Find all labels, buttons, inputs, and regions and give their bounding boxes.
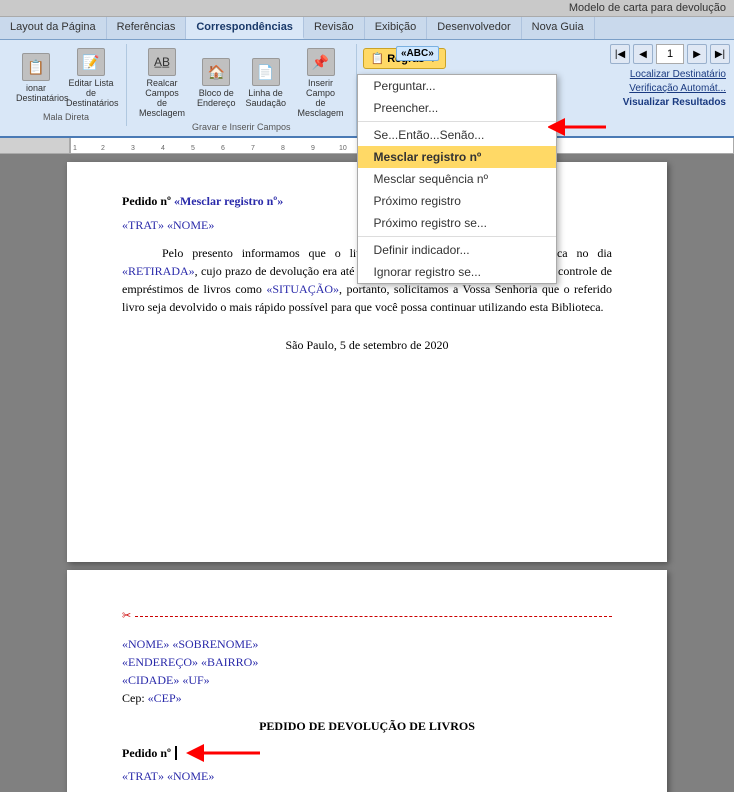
nav-next-btn[interactable]: ▶ xyxy=(687,44,707,64)
abc-badge: «ABC» xyxy=(396,46,439,61)
dropdown-item-proximo[interactable]: Próximo registro xyxy=(358,190,556,212)
svg-text:1: 1 xyxy=(73,145,77,152)
btn-inserir-campo[interactable]: 📌 Inserir Campode Mesclagem xyxy=(292,46,350,120)
dropdown-item-se-entao[interactable]: Se...Então...Senão... xyxy=(358,124,556,146)
page-2: ✂ «NOME» «SOBRENOME» «ENDEREÇO» «BAIRRO»… xyxy=(67,570,667,792)
ribbon-group-mala-direta: 📋 ionarDestinatários 📝 Editar Lista deDe… xyxy=(6,44,127,126)
scissors-char: ✂ xyxy=(122,608,131,625)
merge-heading: «Mesclar registro nº» xyxy=(174,194,283,208)
title-text: Modelo de carta para devolução xyxy=(569,2,726,14)
abc-nav-area: «ABC» xyxy=(396,46,439,61)
btn-realcar-campos[interactable]: A̲B̲ Realcar Camposde Mesclagem xyxy=(133,46,191,120)
nav-first-btn[interactable]: |◀ xyxy=(610,44,630,64)
page1-date: São Paulo, 5 de setembro de 2020 xyxy=(122,336,612,354)
dropdown-item-mesclar-reg[interactable]: Mesclar registro nº xyxy=(358,146,556,168)
saudacao-icon: 📄 xyxy=(252,58,280,86)
bloco-icon: 🏠 xyxy=(202,58,230,86)
regras-icon: 📋 xyxy=(371,52,385,65)
btn-bloco-endereco[interactable]: 🏠 Bloco deEndereço xyxy=(193,56,240,110)
btn-verificacao[interactable]: Verificação Automát... xyxy=(625,82,730,95)
tab-referencias[interactable]: Referências xyxy=(107,17,187,39)
dashed-rule xyxy=(135,616,612,617)
svg-text:7: 7 xyxy=(251,145,255,152)
svg-text:5: 5 xyxy=(191,145,195,152)
ribbon: Layout da Página Referências Correspondê… xyxy=(0,17,734,138)
svg-text:8: 8 xyxy=(281,145,285,152)
svg-text:6: 6 xyxy=(221,145,225,152)
svg-text:9: 9 xyxy=(311,145,315,152)
arrow-svg-1 xyxy=(548,118,608,136)
dropdown-item-mesclar-seq[interactable]: Mesclar sequência nº xyxy=(358,168,556,190)
nav-last-btn[interactable]: ▶| xyxy=(710,44,730,64)
dropdown-item-preencher[interactable]: Preencher... xyxy=(358,97,556,119)
arrow-svg-2 xyxy=(185,743,265,763)
tab-nova-guia[interactable]: Nova Guia xyxy=(522,17,595,39)
nav-controls: |◀ ◀ ▶ ▶| xyxy=(610,44,730,64)
right-ribbon-labels: Localizar Destinatário Verificação Autom… xyxy=(619,68,730,109)
tab-correspondencias[interactable]: Correspondências xyxy=(186,17,304,39)
pedido-label: Pedido nº xyxy=(122,744,177,762)
title-bar: Modelo de carta para devolução xyxy=(0,0,734,17)
nav-prev-btn[interactable]: ◀ xyxy=(633,44,653,64)
ribbon-group-gravar: A̲B̲ Realcar Camposde Mesclagem 🏠 Bloco … xyxy=(127,44,357,136)
page2-heading: PEDIDO DE DEVOLUÇÃO DE LIVROS xyxy=(122,717,612,735)
tab-revisao[interactable]: Revisão xyxy=(304,17,365,39)
dropdown-item-definir[interactable]: Definir indicador... xyxy=(358,239,556,261)
destinatarios-icon: 📋 xyxy=(22,53,50,81)
dropdown-item-ignorar[interactable]: Ignorar registro se... xyxy=(358,261,556,283)
ruler-margin-left xyxy=(0,138,70,153)
mala-direta-label: Mala Direta xyxy=(43,112,89,124)
tab-layout[interactable]: Layout da Página xyxy=(0,17,107,39)
ribbon-content: 📋 ionarDestinatários 📝 Editar Lista deDe… xyxy=(0,40,734,136)
gravar-label: Gravar e Inserir Campos xyxy=(192,122,291,134)
tab-exibicao[interactable]: Exibição xyxy=(365,17,428,39)
regras-dropdown-menu: Perguntar... Preencher... Se...Então...S… xyxy=(357,74,557,284)
dropdown-separator-2 xyxy=(358,236,556,237)
svg-text:4: 4 xyxy=(161,145,165,152)
btn-linha-saudacao[interactable]: 📄 Linha deSaudação xyxy=(242,56,290,110)
nav-page-input[interactable] xyxy=(656,44,684,64)
scissors-line: ✂ xyxy=(122,608,612,625)
ribbon-tabs: Layout da Página Referências Correspondê… xyxy=(0,17,734,40)
inserir-icon: 📌 xyxy=(307,48,335,76)
btn-localizar-destinatario[interactable]: Localizar Destinatário xyxy=(626,68,730,81)
dropdown-item-proximo-se[interactable]: Próximo registro se... xyxy=(358,212,556,234)
dropdown-item-perguntar[interactable]: Perguntar... xyxy=(358,75,556,97)
btn-destinatarios[interactable]: 📋 ionarDestinatários xyxy=(12,51,60,105)
address-block: «NOME» «SOBRENOME» «ENDEREÇO» «BAIRRO» «… xyxy=(122,635,612,707)
svg-text:2: 2 xyxy=(101,145,105,152)
svg-text:10: 10 xyxy=(339,145,347,152)
page2-pedido-line: Pedido nº xyxy=(122,743,612,763)
btn-editar-lista[interactable]: 📝 Editar Lista deDestinatários xyxy=(62,46,120,110)
btn-visualizar[interactable]: Visualizar Resultados xyxy=(619,96,730,109)
page2-salutation: «TRAT» «NOME» xyxy=(122,767,612,785)
editar-lista-icon: 📝 xyxy=(77,48,105,76)
dropdown-separator-1 xyxy=(358,121,556,122)
svg-text:3: 3 xyxy=(131,145,135,152)
realcar-icon: A̲B̲ xyxy=(148,48,176,76)
arrow-annotation-1 xyxy=(548,118,608,136)
tab-desenvolvedor[interactable]: Desenvolvedor xyxy=(427,17,521,39)
